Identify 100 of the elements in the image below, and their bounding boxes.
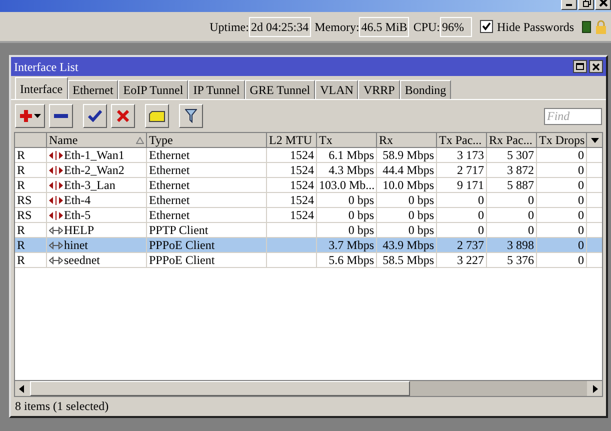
table-cell: 0 bps [317, 223, 377, 237]
table-cell: 0 bps [377, 223, 437, 237]
table-cell: 1524 [267, 208, 317, 222]
table-cell: PPPoE Client [147, 238, 267, 252]
interface-name: Eth-2_Wan2 [64, 163, 124, 177]
ethernet-port-icon [49, 150, 63, 160]
note-icon [149, 110, 165, 122]
table-cell: 5.6 Mbps [317, 253, 377, 267]
filter-button[interactable] [179, 104, 203, 128]
uptime-label: Uptime: [210, 18, 249, 36]
checkmark-icon [88, 110, 102, 122]
table-row[interactable]: R seednet PPPoE Client 5.6 Mbps 58.5 Mbps 3 227 5 376 0 [15, 253, 602, 268]
table-row[interactable]: R Eth-1_Wan1 Ethernet 1524 6.1 Mbps 58.9 Mbps 3 173 5 307 0 [15, 148, 602, 163]
table-cell: 0 [537, 223, 587, 237]
ethernet-port-icon [49, 210, 63, 220]
flags-cell: RS [15, 208, 47, 222]
ethernet-port-icon [49, 196, 63, 204]
table-cell: 103.0 Mb... [317, 178, 377, 192]
tab[interactable]: Ethernet [68, 80, 118, 99]
close-button[interactable] [589, 60, 603, 73]
table-cell: 5 376 [487, 253, 537, 267]
hide-passwords-checkbox[interactable] [480, 20, 493, 33]
column-header[interactable]: Type [147, 133, 267, 147]
find-field[interactable]: Find [544, 108, 602, 124]
table-cell: 1524 [267, 178, 317, 192]
table-cell: PPTP Client [147, 223, 267, 237]
enable-button[interactable] [83, 104, 107, 128]
column-header[interactable]: Tx [317, 133, 377, 147]
table-cell: 58.5 Mbps [377, 253, 437, 267]
flags-cell: RS [15, 193, 47, 207]
table-cell: 0 [537, 238, 587, 252]
table-cell: 5 307 [487, 148, 537, 162]
table-cell: 0 [437, 193, 487, 207]
interface-name: hinet [64, 238, 88, 252]
window-title: Interface List [14, 58, 80, 76]
close-icon [598, 0, 608, 6]
table-cell: PPPoE Client [147, 253, 267, 267]
tab[interactable]: VRRP [358, 80, 400, 99]
table-cell: 1524 [267, 148, 317, 162]
table-cell: 0 bps [377, 193, 437, 207]
interface-name: Eth-4 [64, 193, 91, 207]
flags-cell: R [15, 163, 47, 177]
table-row[interactable]: RS Eth-5 Ethernet 1524 0 bps 0 bps 0 0 0 [15, 208, 602, 223]
tab[interactable]: Interface [15, 77, 68, 99]
flags-cell: R [15, 223, 47, 237]
table-cell: 0 [537, 148, 587, 162]
tab[interactable]: VLAN [315, 80, 358, 99]
table-cell: 3 872 [487, 163, 537, 177]
cpu-label: CPU: [413, 18, 440, 36]
tab[interactable]: EoIP Tunnel [118, 80, 188, 99]
column-header[interactable]: Tx Drops [537, 133, 587, 147]
hide-passwords-label: Hide Passwords [497, 18, 574, 36]
table-row[interactable]: R Eth-2_Wan2 Ethernet 1524 4.3 Mbps 44.4 Mbps 2 717 3 872 0 [15, 163, 602, 178]
tab[interactable]: IP Tunnel [188, 80, 245, 99]
comment-button[interactable] [145, 104, 169, 128]
remove-button[interactable] [49, 104, 73, 128]
flags-cell: R [15, 253, 47, 267]
table-cell: 4.3 Mbps [317, 163, 377, 177]
table-cell: 3 173 [437, 148, 487, 162]
column-header[interactable]: Tx Pac... [437, 133, 487, 147]
filter-icon [185, 109, 197, 123]
table-row[interactable]: R Eth-3_Lan Ethernet 1524 103.0 Mb... 10.0 Mbps 9 171 5 887 0 [15, 178, 602, 193]
cross-icon [117, 110, 129, 122]
table-cell: 0 [537, 193, 587, 207]
interface-name: seednet [64, 253, 100, 267]
table-cell: 0 [437, 223, 487, 237]
table-row[interactable]: R HELP PPTP Client 0 bps 0 bps 0 0 0 [15, 223, 602, 238]
flags-cell: R [15, 238, 47, 252]
tab[interactable]: GRE Tunnel [244, 80, 316, 99]
interface-name: Eth-1_Wan1 [64, 148, 124, 162]
table-cell: 0 [487, 223, 537, 237]
disable-button[interactable] [111, 104, 135, 128]
column-header[interactable]: Rx Pac... [487, 133, 537, 147]
padlock-icon [595, 20, 607, 34]
table-cell: Ethernet [147, 178, 267, 192]
table-cell: 6.1 Mbps [317, 148, 377, 162]
column-header[interactable]: Rx [377, 133, 437, 147]
maximize-button[interactable] [573, 60, 587, 73]
tunnel-arrows-icon [49, 256, 63, 264]
table-cell: 1524 [267, 163, 317, 177]
table-row[interactable]: RS Eth-4 Ethernet 1524 0 bps 0 bps 0 0 0 [15, 193, 602, 208]
column-header[interactable]: L2 MTU [267, 133, 317, 147]
ethernet-port-icon [49, 166, 63, 174]
flags-cell: R [15, 178, 47, 192]
table-cell: 10.0 Mbps [377, 178, 437, 192]
table-cell: 58.9 Mbps [377, 148, 437, 162]
close-icon [592, 62, 600, 70]
memory-value: 46.5 MiB [359, 16, 410, 36]
plus-icon [19, 109, 33, 123]
ethernet-port-icon [49, 180, 63, 190]
table-cell: 3 898 [487, 238, 537, 252]
table-row[interactable]: R hinet PPPoE Client 3.7 Mbps 43.9 Mbps 2 737 3 898 0 [15, 238, 602, 253]
table-cell: Ethernet [147, 208, 267, 222]
table-cell: 43.9 Mbps [377, 238, 437, 252]
horizontal-scrollbar[interactable] [15, 380, 602, 396]
tab[interactable]: Bonding [400, 80, 452, 99]
table-cell: 1524 [267, 193, 317, 207]
add-button[interactable] [15, 104, 45, 128]
column-header[interactable]: Name [47, 133, 147, 147]
table-cell: 2 717 [437, 163, 487, 177]
